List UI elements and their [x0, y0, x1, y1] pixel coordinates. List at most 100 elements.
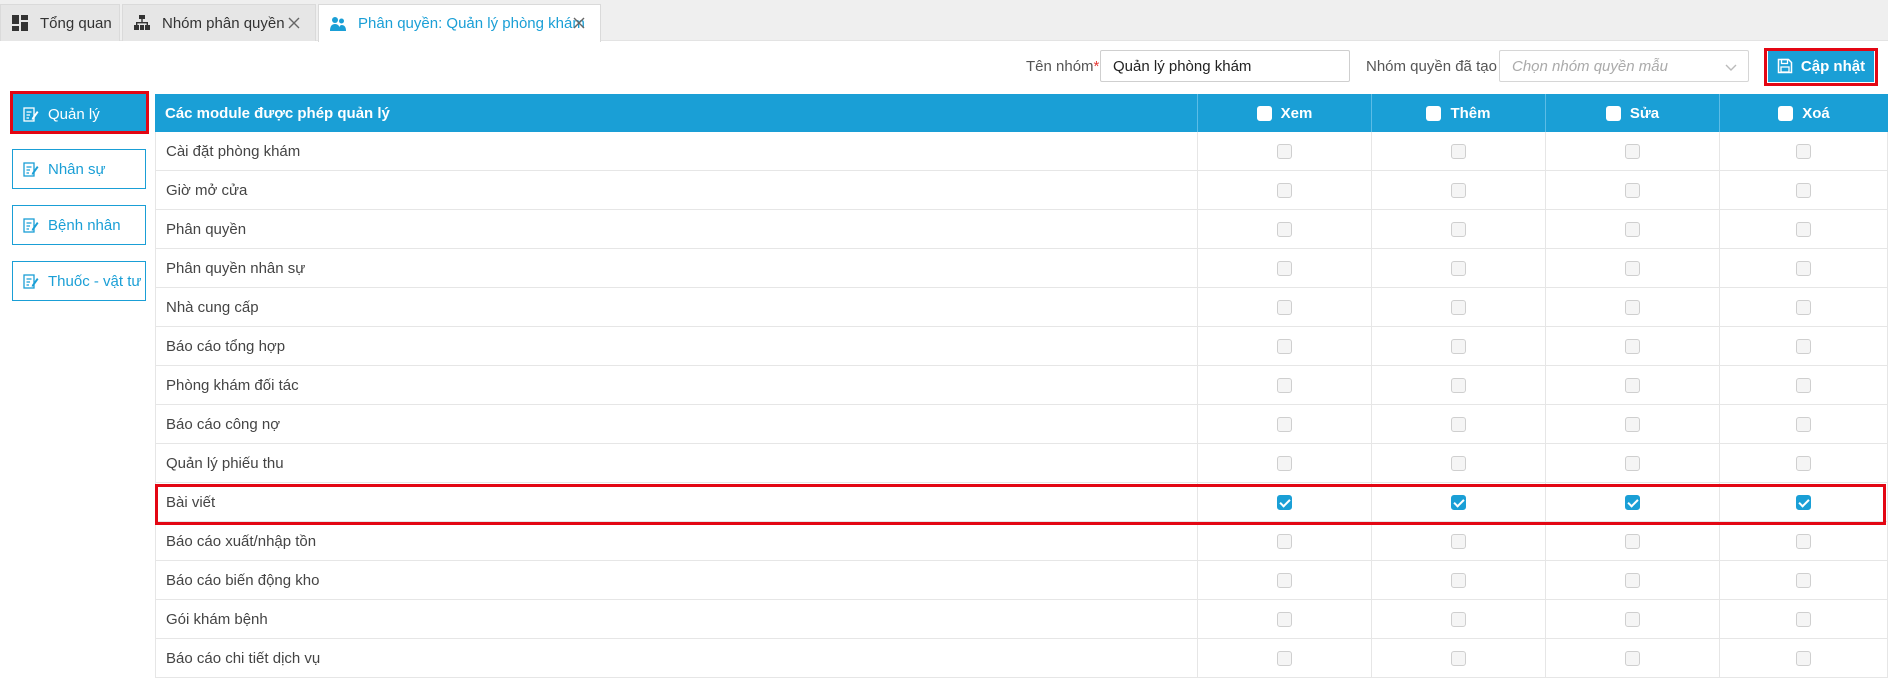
view-checkbox[interactable]: [1277, 221, 1292, 237]
edit-checkbox[interactable]: [1625, 377, 1640, 393]
view-checkbox[interactable]: [1277, 455, 1292, 471]
tab-overview[interactable]: Tổng quan: [0, 4, 120, 41]
cell-edit: [1546, 405, 1720, 443]
table-row: Nhà cung cấp: [155, 288, 1888, 327]
add-checkbox[interactable]: [1451, 416, 1466, 432]
module-name: Phân quyền: [155, 210, 1198, 248]
delete-checkbox[interactable]: [1796, 221, 1811, 237]
view-checkbox[interactable]: [1277, 143, 1292, 159]
cell-view: [1198, 522, 1372, 560]
view-checkbox[interactable]: [1277, 572, 1292, 588]
edit-checkbox[interactable]: [1625, 416, 1640, 432]
edit-checkbox[interactable]: [1625, 143, 1640, 159]
edit-checkbox[interactable]: [1625, 455, 1640, 471]
delete-checkbox[interactable]: [1796, 416, 1811, 432]
select-all-delete-checkbox[interactable]: [1778, 105, 1794, 121]
add-checkbox[interactable]: [1451, 377, 1466, 393]
tab-label: Tổng quan: [40, 14, 112, 32]
module-name: Báo cáo công nợ: [155, 405, 1198, 443]
view-checkbox[interactable]: [1277, 650, 1292, 666]
add-checkbox[interactable]: [1451, 299, 1466, 315]
edit-checkbox[interactable]: [1625, 221, 1640, 237]
edit-checkbox[interactable]: [1625, 182, 1640, 198]
add-checkbox[interactable]: [1451, 143, 1466, 159]
view-checkbox[interactable]: [1277, 611, 1292, 627]
cell-delete: [1720, 249, 1888, 287]
add-checkbox[interactable]: [1451, 338, 1466, 354]
close-icon[interactable]: [572, 16, 586, 30]
delete-checkbox[interactable]: [1796, 143, 1811, 159]
sidebar-item-management[interactable]: Quản lý: [12, 94, 146, 134]
edit-checkbox[interactable]: [1625, 611, 1640, 627]
delete-checkbox[interactable]: [1796, 572, 1811, 588]
cell-delete: [1720, 561, 1888, 599]
tab-bar: Tổng quan Nhóm phân quyền Phân quyền: Qu…: [0, 0, 1888, 42]
view-checkbox[interactable]: [1277, 182, 1292, 198]
add-checkbox[interactable]: [1451, 533, 1466, 549]
cell-view: [1198, 327, 1372, 365]
cell-view: [1198, 444, 1372, 482]
delete-checkbox[interactable]: [1796, 377, 1811, 393]
select-all-view-checkbox[interactable]: [1256, 105, 1272, 121]
table-header: Các module được phép quản lý Xem Thêm Sử…: [155, 94, 1888, 132]
add-checkbox[interactable]: [1451, 221, 1466, 237]
delete-checkbox[interactable]: [1796, 338, 1811, 354]
add-checkbox[interactable]: [1451, 572, 1466, 588]
add-checkbox[interactable]: [1451, 260, 1466, 276]
cell-view: [1198, 171, 1372, 209]
select-all-edit-checkbox[interactable]: [1605, 105, 1621, 121]
cell-edit: [1546, 444, 1720, 482]
update-button-label: Cập nhật: [1800, 57, 1866, 75]
table-row: Phân quyền nhân sự: [155, 249, 1888, 288]
edit-checkbox[interactable]: [1625, 533, 1640, 549]
group-name-label: Tên nhóm*: [1026, 58, 1100, 75]
delete-checkbox[interactable]: [1796, 182, 1811, 198]
delete-checkbox[interactable]: [1796, 533, 1811, 549]
delete-checkbox[interactable]: [1796, 611, 1811, 627]
view-checkbox[interactable]: [1277, 299, 1292, 315]
view-checkbox[interactable]: [1277, 416, 1292, 432]
cell-view: [1198, 483, 1372, 521]
add-checkbox[interactable]: [1451, 455, 1466, 471]
edit-checkbox[interactable]: [1625, 494, 1640, 510]
tab-permission-groups[interactable]: Nhóm phân quyền: [122, 4, 316, 41]
cell-view: [1198, 600, 1372, 638]
view-checkbox[interactable]: [1277, 494, 1292, 510]
delete-checkbox[interactable]: [1796, 260, 1811, 276]
edit-checkbox[interactable]: [1625, 260, 1640, 276]
view-checkbox[interactable]: [1277, 338, 1292, 354]
select-all-add-checkbox[interactable]: [1426, 105, 1442, 121]
cell-add: [1372, 639, 1546, 677]
module-name: Cài đặt phòng khám: [155, 132, 1198, 170]
edit-checkbox[interactable]: [1625, 338, 1640, 354]
delete-checkbox[interactable]: [1796, 650, 1811, 666]
sidebar-item-medicine-supplies[interactable]: Thuốc - vật tư: [12, 261, 146, 301]
close-icon[interactable]: [287, 16, 301, 30]
delete-checkbox[interactable]: [1796, 455, 1811, 471]
sidebar-item-staff[interactable]: Nhân sự: [12, 149, 146, 189]
add-checkbox[interactable]: [1451, 611, 1466, 627]
cell-delete: [1720, 132, 1888, 170]
tab-clinic-management-permission[interactable]: Phân quyền: Quản lý phòng khám: [318, 4, 601, 42]
group-name-input[interactable]: [1100, 50, 1350, 82]
add-checkbox[interactable]: [1451, 494, 1466, 510]
add-checkbox[interactable]: [1451, 650, 1466, 666]
edit-checkbox[interactable]: [1625, 299, 1640, 315]
cell-add: [1372, 288, 1546, 326]
sidebar-item-patients[interactable]: Bệnh nhân: [12, 205, 146, 245]
edit-checkbox[interactable]: [1625, 650, 1640, 666]
add-checkbox[interactable]: [1451, 182, 1466, 198]
view-checkbox[interactable]: [1277, 260, 1292, 276]
view-checkbox[interactable]: [1277, 533, 1292, 549]
delete-checkbox[interactable]: [1796, 494, 1811, 510]
update-button[interactable]: Cập nhật: [1768, 50, 1874, 82]
edit-checkbox[interactable]: [1625, 572, 1640, 588]
template-group-select[interactable]: Chọn nhóm quyền mẫu: [1499, 50, 1749, 82]
cell-delete: [1720, 405, 1888, 443]
cell-edit: [1546, 561, 1720, 599]
module-name: Báo cáo biến động kho: [155, 561, 1198, 599]
cell-edit: [1546, 639, 1720, 677]
view-checkbox[interactable]: [1277, 377, 1292, 393]
delete-checkbox[interactable]: [1796, 299, 1811, 315]
cell-view: [1198, 249, 1372, 287]
